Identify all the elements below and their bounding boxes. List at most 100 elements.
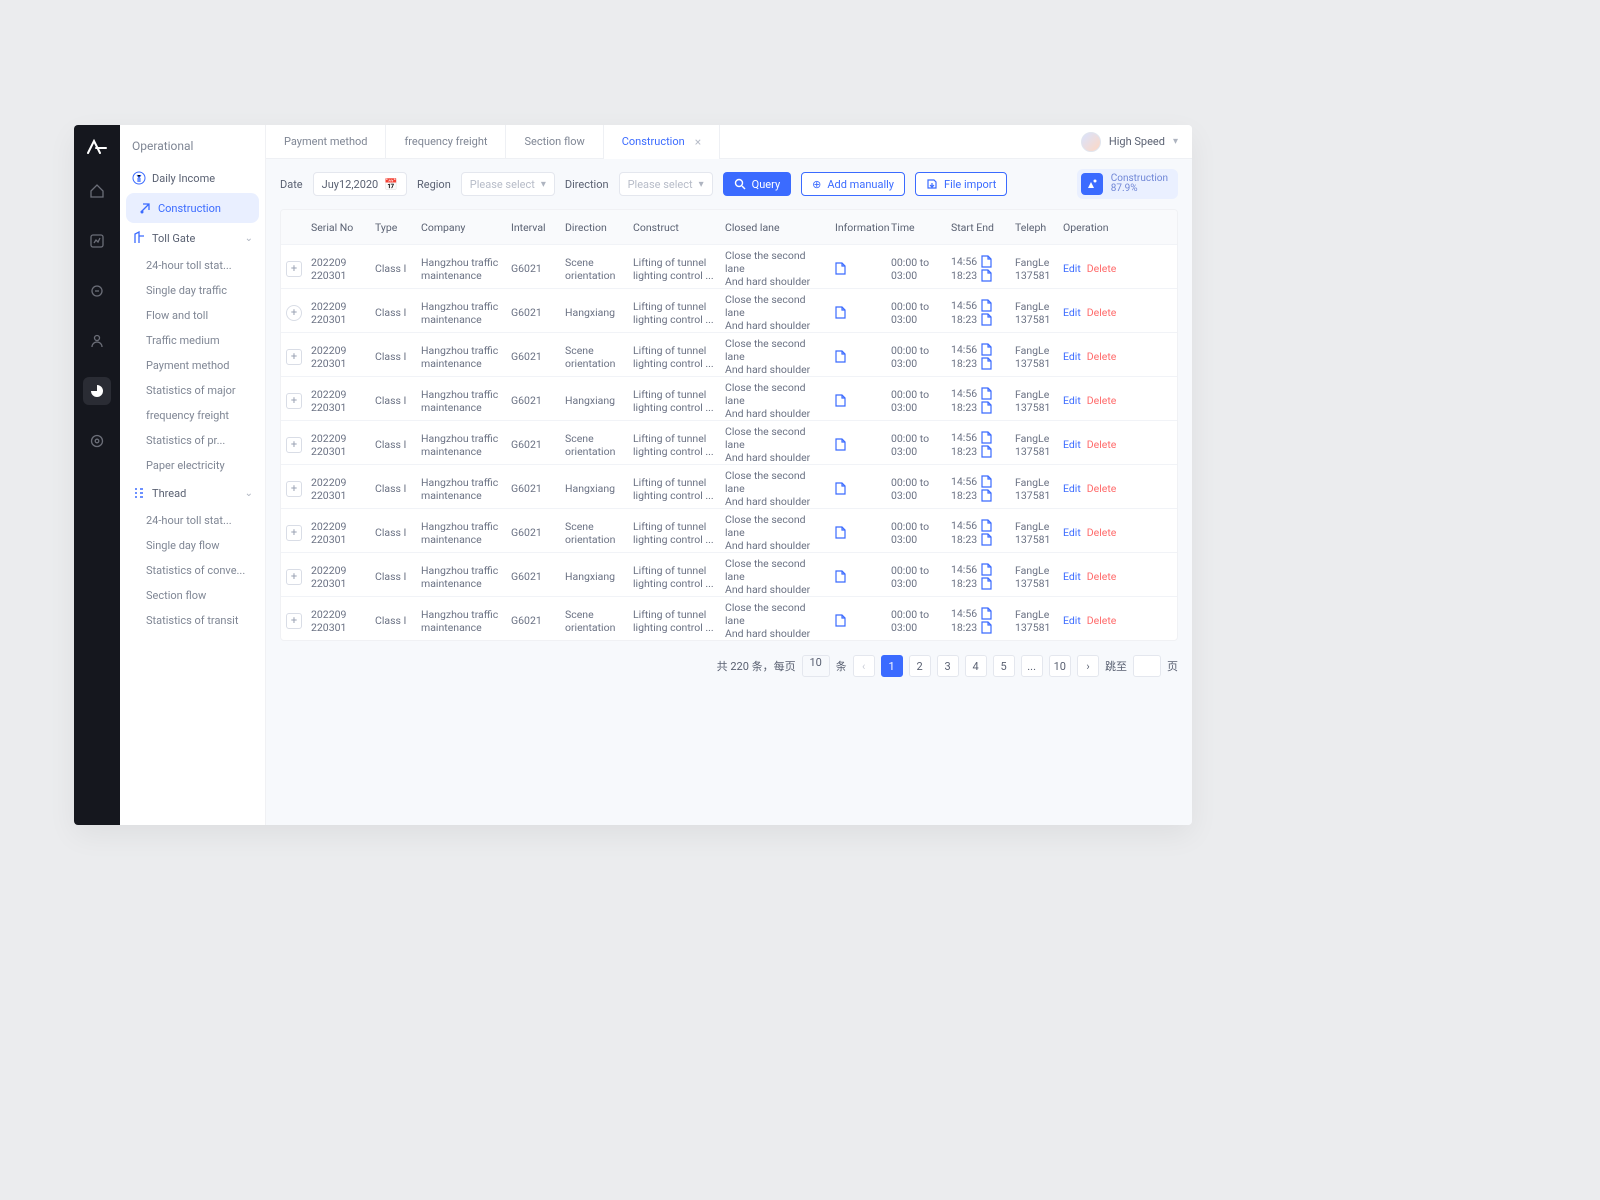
close-icon[interactable]: ×: [695, 135, 701, 149]
document-icon[interactable]: [981, 533, 992, 546]
pager-jump-input[interactable]: [1133, 655, 1161, 677]
cell-info[interactable]: [831, 478, 887, 499]
document-icon[interactable]: [981, 255, 992, 268]
document-icon[interactable]: [981, 269, 992, 282]
expand-button[interactable]: +: [286, 437, 302, 453]
pager-page[interactable]: ...: [1021, 655, 1043, 677]
settings-icon[interactable]: [83, 427, 111, 455]
expand-button[interactable]: +: [286, 305, 302, 321]
edit-link[interactable]: Edit: [1063, 306, 1081, 319]
user-icon[interactable]: [83, 327, 111, 355]
nav-sub-item[interactable]: 24-hour toll stat...: [120, 253, 265, 278]
pager-page[interactable]: 4: [965, 655, 987, 677]
nav-daily-income[interactable]: Daily Income: [120, 163, 265, 193]
edit-link[interactable]: Edit: [1063, 394, 1081, 407]
file-import-button[interactable]: File import: [915, 172, 1007, 196]
tab[interactable]: Section flow: [506, 125, 603, 159]
document-icon[interactable]: [981, 475, 992, 488]
nav-sub-item[interactable]: Statistics of conve...: [120, 558, 265, 583]
edit-link[interactable]: Edit: [1063, 438, 1081, 451]
delete-link[interactable]: Delete: [1087, 614, 1117, 627]
document-icon[interactable]: [981, 607, 992, 620]
expand-button[interactable]: +: [286, 525, 302, 541]
direction-select[interactable]: Please select ▾: [619, 172, 713, 196]
cell-info[interactable]: [831, 258, 887, 279]
nav-sub-item[interactable]: Paper electricity: [120, 453, 265, 478]
document-icon[interactable]: [981, 357, 992, 370]
nav-sub-item[interactable]: Statistics of major: [120, 378, 265, 403]
cell-info[interactable]: [831, 566, 887, 587]
nav-sub-item[interactable]: Single day flow: [120, 533, 265, 558]
cell-info[interactable]: [831, 610, 887, 631]
document-icon[interactable]: [981, 343, 992, 356]
document-icon[interactable]: [981, 431, 992, 444]
document-icon[interactable]: [981, 445, 992, 458]
document-icon[interactable]: [981, 401, 992, 414]
document-icon[interactable]: [981, 313, 992, 326]
delete-link[interactable]: Delete: [1087, 570, 1117, 583]
region-select[interactable]: Please select ▾: [461, 172, 555, 196]
tab[interactable]: frequency freight: [386, 125, 506, 159]
expand-button[interactable]: +: [286, 261, 302, 277]
pager-page[interactable]: 3: [937, 655, 959, 677]
delete-link[interactable]: Delete: [1087, 526, 1117, 539]
pager-prev[interactable]: ‹: [853, 655, 875, 677]
date-input[interactable]: Juy12,2020 📅: [313, 172, 407, 196]
document-icon[interactable]: [981, 563, 992, 576]
nav-sub-item[interactable]: Traffic medium: [120, 328, 265, 353]
delete-link[interactable]: Delete: [1087, 350, 1117, 363]
edit-link[interactable]: Edit: [1063, 482, 1081, 495]
nav-sub-item[interactable]: Statistics of transit: [120, 608, 265, 633]
edit-link[interactable]: Edit: [1063, 262, 1081, 275]
expand-button[interactable]: +: [286, 349, 302, 365]
document-icon[interactable]: [981, 299, 992, 312]
user-menu[interactable]: High Speed ▾: [1081, 132, 1192, 152]
expand-button[interactable]: +: [286, 481, 302, 497]
cell-info[interactable]: [831, 390, 887, 411]
pager-page[interactable]: 2: [909, 655, 931, 677]
chart-icon[interactable]: [83, 227, 111, 255]
edit-link[interactable]: Edit: [1063, 350, 1081, 363]
home-icon[interactable]: [83, 177, 111, 205]
edit-link[interactable]: Edit: [1063, 614, 1081, 627]
document-icon[interactable]: [981, 489, 992, 502]
document-icon[interactable]: [981, 577, 992, 590]
expand-button[interactable]: +: [286, 613, 302, 629]
pager-page[interactable]: 1: [881, 655, 903, 677]
nav-sub-item[interactable]: Section flow: [120, 583, 265, 608]
tab[interactable]: Payment method: [266, 125, 386, 159]
document-icon[interactable]: [981, 519, 992, 532]
cell-info[interactable]: [831, 346, 887, 367]
per-page-input[interactable]: 10: [802, 655, 830, 677]
pie-icon[interactable]: [83, 377, 111, 405]
nav-sub-item[interactable]: Statistics of pr...: [120, 428, 265, 453]
nav-thread[interactable]: Thread ⌄: [120, 478, 265, 508]
nav-sub-item[interactable]: Payment method: [120, 353, 265, 378]
delete-link[interactable]: Delete: [1087, 262, 1117, 275]
delete-link[interactable]: Delete: [1087, 394, 1117, 407]
cell-info[interactable]: [831, 302, 887, 323]
edit-link[interactable]: Edit: [1063, 570, 1081, 583]
monitor-icon[interactable]: [83, 277, 111, 305]
pager-next[interactable]: ›: [1077, 655, 1099, 677]
pager-page[interactable]: 10: [1049, 655, 1071, 677]
expand-button[interactable]: +: [286, 569, 302, 585]
delete-link[interactable]: Delete: [1087, 306, 1117, 319]
nav-sub-item[interactable]: Flow and toll: [120, 303, 265, 328]
nav-sub-item[interactable]: 24-hour toll stat...: [120, 508, 265, 533]
cell-info[interactable]: [831, 434, 887, 455]
document-icon[interactable]: [981, 621, 992, 634]
document-icon[interactable]: [981, 387, 992, 400]
pager-page[interactable]: 5: [993, 655, 1015, 677]
edit-link[interactable]: Edit: [1063, 526, 1081, 539]
nav-sub-item[interactable]: frequency freight: [120, 403, 265, 428]
expand-button[interactable]: +: [286, 393, 302, 409]
query-button[interactable]: Query: [723, 172, 792, 196]
delete-link[interactable]: Delete: [1087, 482, 1117, 495]
add-manually-button[interactable]: ⊕ Add manually: [801, 172, 905, 196]
nav-construction[interactable]: Construction: [126, 193, 259, 223]
tab[interactable]: Construction×: [604, 125, 720, 159]
nav-sub-item[interactable]: Single day traffic: [120, 278, 265, 303]
nav-toll-gate[interactable]: Toll Gate ⌄: [120, 223, 265, 253]
cell-info[interactable]: [831, 522, 887, 543]
